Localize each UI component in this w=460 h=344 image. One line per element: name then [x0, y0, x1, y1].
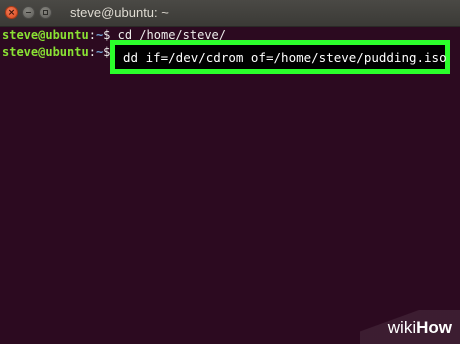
close-icon[interactable]: ×: [5, 6, 18, 19]
window-title: steve@ubuntu: ~: [70, 5, 169, 20]
watermark: wikiHow: [360, 310, 460, 344]
minimize-icon[interactable]: [22, 6, 35, 19]
watermark-wiki: wiki: [387, 318, 417, 337]
maximize-icon[interactable]: [39, 6, 52, 19]
prompt-user-host: steve@ubuntu: [2, 28, 89, 42]
watermark-how: How: [416, 318, 452, 337]
prompt-separator: :: [88, 28, 96, 42]
command-highlight-box: dd if=/dev/cdrom of=/home/steve/pudding.…: [110, 40, 450, 74]
prompt-separator: :: [88, 45, 96, 59]
terminal-line: steve@ubuntu:~$: [2, 44, 110, 61]
terminal-area[interactable]: steve@ubuntu:~$ cd /home/steve/ steve@ub…: [0, 27, 460, 344]
window-titlebar[interactable]: × steve@ubuntu: ~: [0, 0, 460, 27]
watermark-logo: wikiHow: [388, 318, 452, 338]
highlighted-command: dd if=/dev/cdrom of=/home/steve/pudding.…: [123, 50, 447, 65]
prompt-user-host: steve@ubuntu: [2, 45, 89, 59]
